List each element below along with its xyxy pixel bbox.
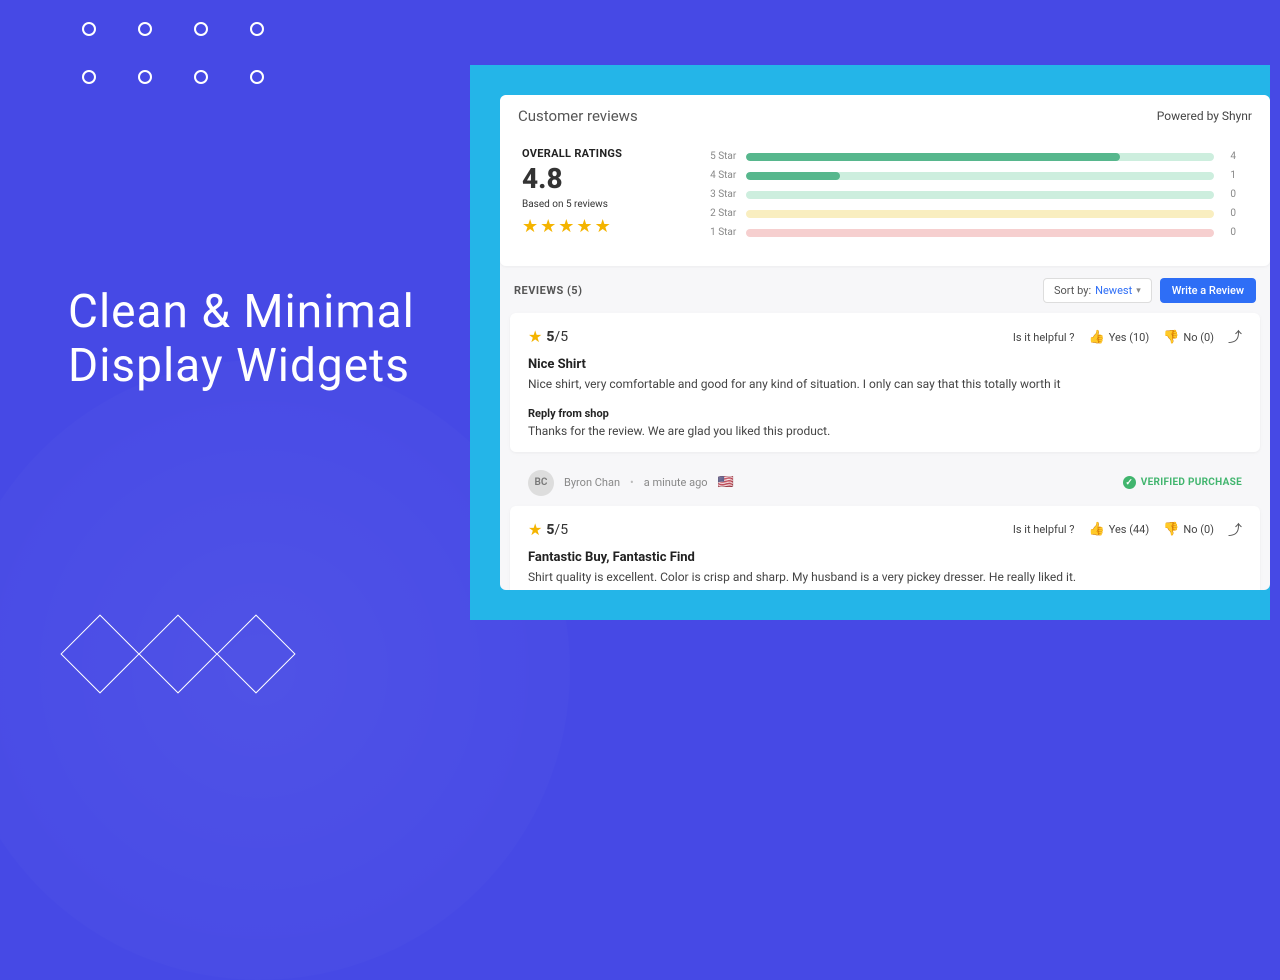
thumb-down-icon: 👎 xyxy=(1163,330,1179,345)
sort-dropdown[interactable]: Sort by: Newest ▾ xyxy=(1043,278,1152,303)
star-icon: ★ xyxy=(522,218,538,236)
breakdown-bar xyxy=(746,191,1214,199)
marketing-line-1: Clean & Minimal xyxy=(68,285,415,339)
breakdown-count: 0 xyxy=(1224,189,1236,200)
star-icon: ★ xyxy=(540,218,556,236)
widget-frame: Customer reviews Powered by Shynr OVERAL… xyxy=(470,65,1270,620)
overall-score: 4.8 xyxy=(522,162,622,195)
verified-badge: ✓VERIFIED PURCHASE xyxy=(1123,476,1242,489)
breakdown-label: 1 Star xyxy=(702,227,736,238)
rating-breakdown: 5 Star 4 4 Star 1 3 Star 0 2 Star 0 1 Star 0 xyxy=(702,147,1248,238)
breakdown-label: 4 Star xyxy=(702,170,736,181)
review-body: Shirt quality is excellent. Color is cri… xyxy=(528,569,1242,586)
write-review-button[interactable]: Write a Review xyxy=(1160,278,1256,303)
helpful-prompt: Is it helpful ? xyxy=(1013,331,1075,344)
review-author: Byron Chan xyxy=(564,476,620,489)
review-body: Nice shirt, very comfortable and good fo… xyxy=(528,376,1242,393)
breakdown-label: 5 Star xyxy=(702,151,736,162)
widget-title: Customer reviews xyxy=(518,107,638,125)
country-flag-icon: 🇺🇸 xyxy=(718,475,734,490)
widget-header: Customer reviews Powered by Shynr xyxy=(500,95,1270,135)
reviews-header: REVIEWS (5) Sort by: Newest ▾ Write a Re… xyxy=(510,266,1260,313)
breakdown-row[interactable]: 4 Star 1 xyxy=(702,170,1236,181)
marketing-line-2: Display Widgets xyxy=(68,339,415,393)
overall-rating-block: OVERALL RATINGS 4.8 Based on 5 reviews ★… xyxy=(522,147,622,238)
chevron-down-icon: ▾ xyxy=(1136,286,1141,296)
helpful-no-button[interactable]: 👎 No (0) xyxy=(1163,522,1214,537)
breakdown-bar xyxy=(746,153,1214,161)
overall-label: OVERALL RATINGS xyxy=(522,147,622,160)
breakdown-row[interactable]: 1 Star 0 xyxy=(702,227,1236,238)
reply-body: Thanks for the review. We are glad you l… xyxy=(528,424,1242,438)
decorative-dot-grid xyxy=(82,22,264,84)
star-icon: ★ xyxy=(595,218,611,236)
thumb-down-icon: 👎 xyxy=(1163,522,1179,537)
helpful-yes-button[interactable]: 👍 Yes (44) xyxy=(1089,522,1150,537)
review-card: ★5/5 Is it helpful ? 👍 Yes (10) 👎 No (0) ⤴ Ni… xyxy=(510,313,1260,452)
marketing-headline: Clean & Minimal Display Widgets xyxy=(68,285,415,394)
helpful-yes-button[interactable]: 👍 Yes (10) xyxy=(1089,330,1150,345)
review-title: Nice Shirt xyxy=(528,357,1242,372)
review-meta-row: BCByron Chan•a minute ago🇺🇸✓VERIFIED PUR… xyxy=(510,460,1260,506)
share-icon[interactable]: ⤴ xyxy=(1228,520,1242,540)
star-icon: ★ xyxy=(558,218,574,236)
share-icon[interactable]: ⤴ xyxy=(1228,327,1242,347)
breakdown-bar xyxy=(746,172,1214,180)
sort-label: Sort by: xyxy=(1054,284,1091,297)
thumb-up-icon: 👍 xyxy=(1089,522,1105,537)
helpful-no-button[interactable]: 👎 No (0) xyxy=(1163,330,1214,345)
star-icon: ★ xyxy=(528,522,542,538)
breakdown-bar xyxy=(746,229,1214,237)
sort-value: Newest xyxy=(1095,284,1132,297)
breakdown-count: 4 xyxy=(1224,151,1236,162)
reviews-widget: Customer reviews Powered by Shynr OVERAL… xyxy=(500,95,1270,590)
breakdown-label: 2 Star xyxy=(702,208,736,219)
reviews-list: ★5/5 Is it helpful ? 👍 Yes (10) 👎 No (0) ⤴ Ni… xyxy=(510,313,1260,590)
overall-based-on: Based on 5 reviews xyxy=(522,199,622,210)
star-icon: ★ xyxy=(528,329,542,345)
breakdown-bar xyxy=(746,210,1214,218)
reviews-count-label: REVIEWS (5) xyxy=(514,284,582,297)
review-rating: ★5/5 xyxy=(528,329,568,345)
breakdown-row[interactable]: 5 Star 4 xyxy=(702,151,1236,162)
breakdown-count: 0 xyxy=(1224,208,1236,219)
breakdown-count: 0 xyxy=(1224,227,1236,238)
breakdown-row[interactable]: 3 Star 0 xyxy=(702,189,1236,200)
helpful-prompt: Is it helpful ? xyxy=(1013,523,1075,536)
review-card: ★5/5 Is it helpful ? 👍 Yes (44) 👎 No (0) ⤴ Fa… xyxy=(510,506,1260,590)
reply-label: Reply from shop xyxy=(528,407,1242,420)
review-title: Fantastic Buy, Fantastic Find xyxy=(528,550,1242,565)
review-time: a minute ago xyxy=(644,476,708,489)
overall-stars: ★ ★ ★ ★ ★ xyxy=(522,218,622,236)
summary-panel: Customer reviews Powered by Shynr OVERAL… xyxy=(500,95,1270,266)
breakdown-row[interactable]: 2 Star 0 xyxy=(702,208,1236,219)
star-icon: ★ xyxy=(576,218,592,236)
check-icon: ✓ xyxy=(1123,476,1136,489)
thumb-up-icon: 👍 xyxy=(1089,330,1105,345)
breakdown-count: 1 xyxy=(1224,170,1236,181)
review-rating: ★5/5 xyxy=(528,522,568,538)
breakdown-label: 3 Star xyxy=(702,189,736,200)
avatar: BC xyxy=(528,470,554,496)
powered-by-label: Powered by Shynr xyxy=(1157,109,1252,123)
decorative-diamonds xyxy=(72,626,306,682)
